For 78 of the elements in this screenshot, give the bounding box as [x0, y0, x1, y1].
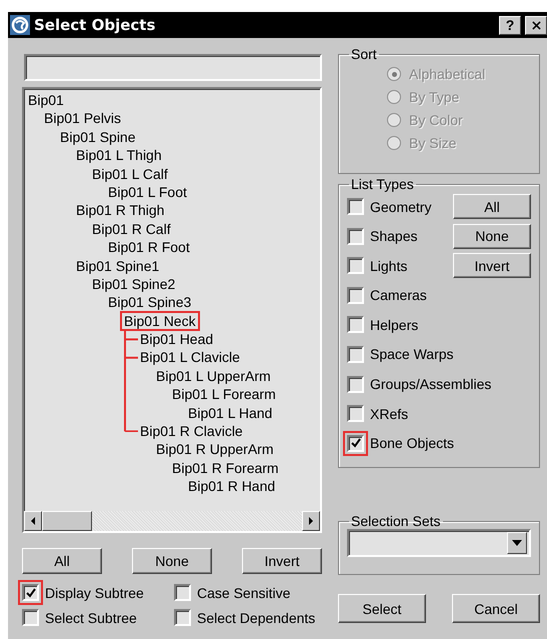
dropdown-arrow-icon [512, 540, 522, 546]
right-arrow-icon [307, 517, 315, 525]
tree-item[interactable]: Bip01 Head [138, 331, 216, 348]
type-label: Space Warps [370, 346, 454, 362]
group-title: Sort [350, 46, 378, 62]
checkbox[interactable] [22, 609, 39, 626]
tree-item[interactable]: Bip01 L Forearm [170, 386, 278, 402]
type-label: Geometry [370, 198, 432, 214]
type-label: Groups/Assemblies [370, 376, 492, 392]
checkbox[interactable] [174, 609, 191, 626]
list-button[interactable]: Invert [242, 548, 322, 574]
tree-item[interactable]: Bip01 R Clavicle [138, 423, 245, 440]
checkbox[interactable] [347, 346, 364, 363]
type-label: Bone Objects [370, 435, 454, 452]
option-label: Select Dependents [197, 610, 316, 626]
check-mark-icon [350, 438, 360, 448]
option-label: Select Subtree [45, 610, 137, 626]
checkbox[interactable] [347, 257, 364, 274]
checkbox[interactable] [347, 198, 364, 215]
scroll-thumb[interactable] [42, 511, 92, 531]
tree-item[interactable]: Bip01 Spine [58, 128, 138, 145]
option-label: Case Sensitive [197, 584, 290, 600]
dialog-button[interactable]: Select [338, 594, 426, 623]
tree-item[interactable]: Bip01 L UpperArm [154, 368, 273, 384]
type-button[interactable]: Invert [453, 253, 531, 278]
group-title: Selection Sets [350, 513, 442, 529]
type-label: Lights [370, 258, 408, 274]
tree-item[interactable]: Bip01 L Foot [106, 184, 189, 200]
checkbox[interactable] [347, 228, 364, 245]
selection-sets-dropdown[interactable] [347, 529, 531, 557]
left-arrow-icon [29, 517, 37, 525]
tree-item[interactable]: Bip01 R Forearm [170, 460, 281, 476]
scroll-right-button[interactable] [302, 511, 320, 531]
checkbox[interactable] [347, 405, 364, 422]
window-title: Select Objects [34, 16, 156, 34]
type-label: Shapes [370, 228, 418, 244]
tree-item[interactable]: Bip01 L Clavicle [138, 349, 242, 366]
radio-label: By Size [409, 135, 456, 151]
tree-item[interactable]: Bip01 R Calf [90, 220, 173, 237]
type-button[interactable]: All [453, 194, 531, 219]
list-button[interactable]: None [132, 548, 212, 574]
tree-item[interactable]: Bip01 [26, 92, 66, 108]
help-button[interactable]: ? [499, 16, 521, 34]
checkbox[interactable] [347, 376, 364, 393]
tree-item[interactable]: Bip01 R Foot [106, 239, 192, 256]
option-label: Display Subtree [45, 584, 144, 600]
list-button[interactable]: All [22, 548, 102, 574]
group-title: List Types [350, 176, 415, 192]
tree-item[interactable]: Bip01 R UpperArm [154, 441, 276, 458]
dialog-button[interactable]: Cancel [452, 594, 540, 623]
tree-item[interactable]: Bip01 Pelvis [42, 110, 124, 126]
tree-item[interactable]: Bip01 L Hand [186, 404, 274, 421]
tree-item[interactable]: Bip01 Spine1 [74, 258, 162, 274]
dropdown-button[interactable] [507, 532, 527, 554]
tree-item[interactable]: Bip01 Spine2 [90, 276, 178, 292]
close-icon [532, 20, 540, 30]
tree-item[interactable]: Bip01 L Calf [90, 166, 170, 182]
radio-label: By Type [409, 89, 460, 105]
search-field[interactable] [24, 54, 322, 81]
radio-label: Alphabetical [409, 66, 486, 82]
tree-item[interactable]: Bip01 L Thigh [74, 147, 164, 164]
tree-item[interactable]: Bip01 R Hand [186, 478, 278, 494]
close-button[interactable] [525, 16, 547, 34]
radio-label: By Color [409, 112, 463, 128]
tree-item[interactable]: Bip01 Neck [122, 312, 198, 329]
horizontal-scrollbar[interactable] [24, 511, 320, 531]
app-logo-icon [10, 15, 30, 35]
checkbox[interactable] [347, 316, 364, 334]
scroll-left-button[interactable] [24, 511, 42, 531]
checkbox[interactable] [174, 584, 191, 601]
type-label: XRefs [370, 406, 408, 422]
check-mark-icon [26, 588, 36, 598]
type-label: Helpers [370, 316, 418, 333]
type-label: Cameras [370, 287, 427, 304]
tree-item[interactable]: Bip01 Spine3 [106, 294, 194, 310]
tree-item[interactable]: Bip01 R Thigh [74, 202, 166, 218]
checkbox[interactable] [347, 286, 364, 304]
type-button[interactable]: None [453, 224, 531, 249]
